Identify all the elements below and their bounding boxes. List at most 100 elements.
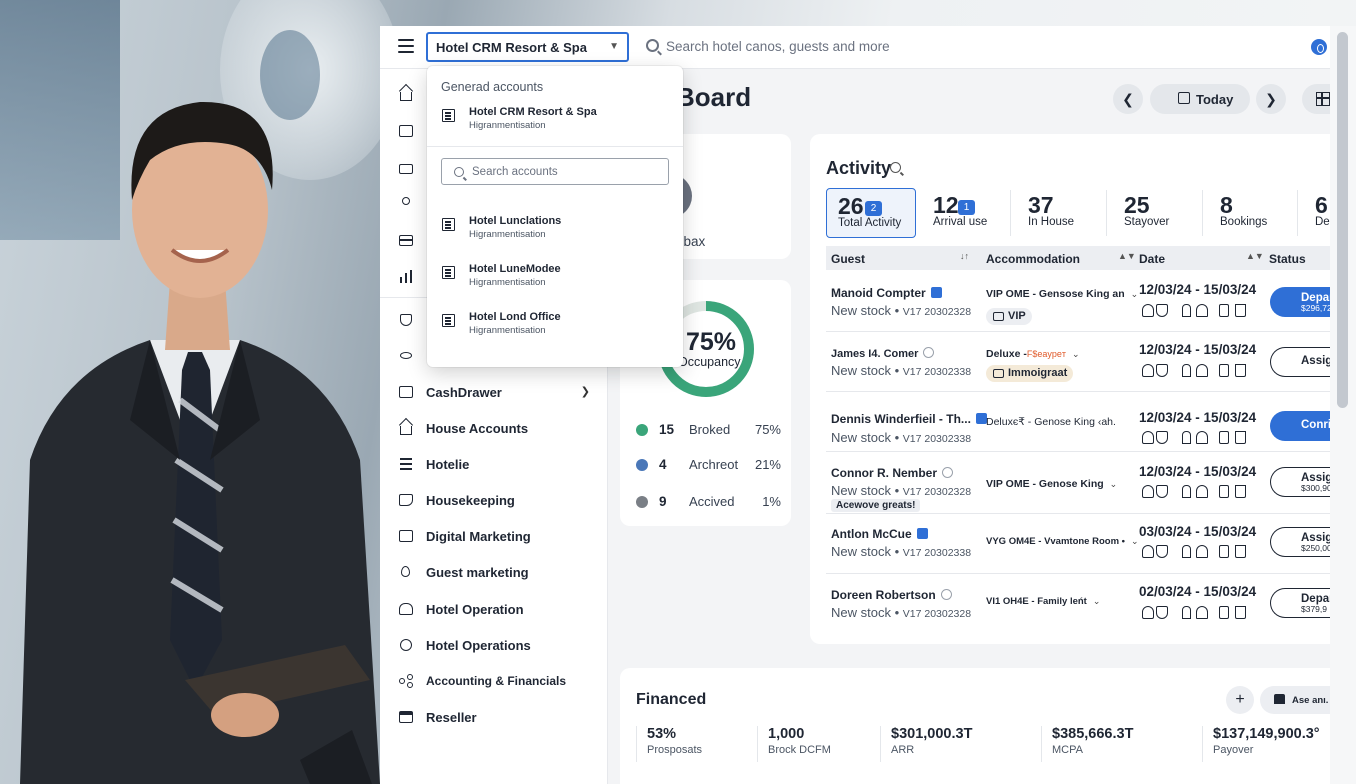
hourglass-icon[interactable]	[1182, 545, 1191, 558]
globe-icon[interactable]	[1311, 39, 1327, 55]
add-button[interactable]: +	[1226, 686, 1254, 714]
person-icon[interactable]	[1196, 485, 1208, 498]
sidebar-item-reseller[interactable]: Reseller	[380, 702, 608, 732]
hourglass-icon[interactable]	[1182, 431, 1191, 444]
sidebar-item-cashdrawer[interactable]: CashDrawer ❯	[380, 377, 608, 407]
sort-icon[interactable]: ↓↑	[960, 251, 969, 261]
person-icon[interactable]	[1196, 431, 1208, 444]
hourglass-icon[interactable]	[1182, 485, 1191, 498]
account-option[interactable]: Hotel Lunclations Higranmentisation	[427, 211, 683, 247]
accommodation[interactable]: VIP OME - Genose King ⌄	[986, 478, 1117, 490]
global-search-input[interactable]: Search hotel canos, guests and more	[642, 32, 1162, 62]
column-accommodation[interactable]: Accommodation	[986, 252, 1080, 266]
chevron-down-icon[interactable]: ⌄	[1072, 349, 1080, 359]
home-icon[interactable]	[398, 83, 414, 102]
account-option[interactable]: Hotel LuneModee Higranmentisation	[427, 259, 683, 295]
signal-icon[interactable]	[398, 347, 414, 363]
sort-icon[interactable]: ▲▼	[1246, 251, 1264, 261]
lock-icon[interactable]	[1219, 545, 1229, 558]
stat-in-house[interactable]: 37 In House	[1017, 188, 1107, 238]
sidebar-item-housekeeping[interactable]: Housekeeping	[380, 485, 608, 515]
trash-icon[interactable]	[1235, 485, 1246, 498]
hourglass-icon[interactable]	[1182, 304, 1191, 317]
car-icon[interactable]	[1142, 485, 1154, 498]
vertical-scrollbar[interactable]	[1330, 26, 1356, 784]
stat-arrival[interactable]: 12 1 Arrival use	[922, 188, 1012, 238]
car-icon[interactable]	[1142, 364, 1154, 377]
sort-icon[interactable]: ▲▼	[1118, 251, 1136, 261]
sidebar-item-hotel-operations[interactable]: Hotel Operations	[380, 630, 608, 660]
chevron-down-icon[interactable]: ⌄	[1131, 289, 1139, 299]
accommodation[interactable]: VIP OME - Gensose King an ⌄	[986, 288, 1138, 300]
trash-icon[interactable]	[1235, 431, 1246, 444]
accommodation[interactable]: VI1 OH4E - Family leńt ⌄	[986, 596, 1100, 607]
car-icon[interactable]	[1142, 431, 1154, 444]
menu-icon[interactable]	[398, 39, 414, 53]
flask-icon[interactable]	[398, 312, 414, 328]
guest-name[interactable]: Doreen Robertson	[831, 588, 952, 602]
column-status[interactable]: Status	[1269, 252, 1306, 266]
chevron-down-icon[interactable]: ⌄	[1093, 596, 1101, 606]
trash-icon[interactable]	[1235, 364, 1246, 377]
stat-bookings[interactable]: 8 Bookings	[1209, 188, 1299, 238]
stat-stayover[interactable]: 25 Stayover	[1113, 188, 1203, 238]
accommodation[interactable]: Deluxє₹ - Genose King ‹ah.	[986, 416, 1116, 428]
person-icon[interactable]	[1196, 364, 1208, 377]
guest-name[interactable]: Connor R. Nember	[831, 466, 954, 480]
column-guest[interactable]: Guest	[831, 252, 865, 266]
chevron-down-icon[interactable]: ⌄	[1110, 479, 1118, 489]
account-selector[interactable]: Hotel CRM Resort & Spa ▼	[426, 32, 629, 62]
person-icon[interactable]	[1196, 304, 1208, 317]
guest-name[interactable]: Antlon McCue	[831, 527, 928, 541]
ticket-icon[interactable]	[398, 161, 414, 177]
luggage-icon[interactable]	[1156, 545, 1168, 558]
scrollbar-thumb[interactable]	[1337, 32, 1348, 408]
sidebar-item-house-accounts[interactable]: House Accounts	[380, 413, 608, 443]
previous-button[interactable]: ❮	[1113, 84, 1143, 114]
sidebar-item-accounting-financials[interactable]: Accounting & Financials	[380, 666, 608, 696]
lock-icon[interactable]	[1219, 304, 1229, 317]
trash-icon[interactable]	[1235, 545, 1246, 558]
lock-icon[interactable]	[1219, 606, 1229, 619]
chart-icon[interactable]	[398, 268, 414, 284]
luggage-icon[interactable]	[1156, 485, 1168, 498]
sidebar-item-guest-marketing[interactable]: Guest marketing	[380, 557, 608, 587]
table-row[interactable]: Connor R. Nember New stock • V17 2030232…	[826, 454, 1356, 514]
account-search-input[interactable]: Search accounts	[441, 158, 669, 185]
calendar-icon[interactable]	[398, 123, 414, 139]
sidebar-item-hotelie[interactable]: Hotelie	[380, 449, 608, 479]
hourglass-icon[interactable]	[1182, 606, 1191, 619]
car-icon[interactable]	[1142, 606, 1154, 619]
lock-icon[interactable]	[1219, 431, 1229, 444]
luggage-icon[interactable]	[1156, 304, 1168, 317]
table-row[interactable]: Doreen Robertson New stock • V17 2030232…	[826, 574, 1356, 634]
account-option[interactable]: Hotel Lond Office Higranmentisation	[427, 307, 683, 343]
luggage-icon[interactable]	[1156, 431, 1168, 444]
column-date[interactable]: Date	[1139, 252, 1165, 266]
car-icon[interactable]	[1142, 304, 1154, 317]
person-icon[interactable]	[1196, 545, 1208, 558]
luggage-icon[interactable]	[1156, 606, 1168, 619]
card-icon[interactable]	[398, 233, 414, 249]
guest-name[interactable]: Dennis Winderfieil - Th...	[831, 412, 987, 426]
trash-icon[interactable]	[1235, 304, 1246, 317]
next-button[interactable]: ❯	[1256, 84, 1286, 114]
lock-icon[interactable]	[1219, 485, 1229, 498]
accommodation[interactable]: Deluxe -F$eaypeт ⌄	[986, 348, 1080, 360]
key-icon[interactable]	[398, 195, 414, 211]
table-row[interactable]: James I4. Comer New stock • V17 20302338…	[826, 332, 1356, 392]
search-icon[interactable]	[890, 162, 901, 173]
table-row[interactable]: Dennis Winderfieil - Th... New stock • V…	[826, 392, 1356, 452]
accommodation[interactable]: VYG OM4E - Vvamtone Room • ⌄	[986, 536, 1139, 547]
trash-icon[interactable]	[1235, 606, 1246, 619]
table-row[interactable]: Antlon McCue New stock • V17 20302338 VY…	[826, 514, 1356, 574]
luggage-icon[interactable]	[1156, 364, 1168, 377]
lock-icon[interactable]	[1219, 364, 1229, 377]
hourglass-icon[interactable]	[1182, 364, 1191, 377]
car-icon[interactable]	[1142, 545, 1154, 558]
stat-total-activity[interactable]: 26 2 Total Activity	[826, 188, 916, 238]
account-option-current[interactable]: Hotel CRM Resort & Spa Higranmentisation	[427, 102, 683, 138]
table-row[interactable]: Manoid Compter New stock • V17 20302328 …	[826, 272, 1356, 332]
today-button[interactable]: Today	[1150, 84, 1250, 114]
sidebar-item-digital-marketing[interactable]: Digital Marketing	[380, 521, 608, 551]
